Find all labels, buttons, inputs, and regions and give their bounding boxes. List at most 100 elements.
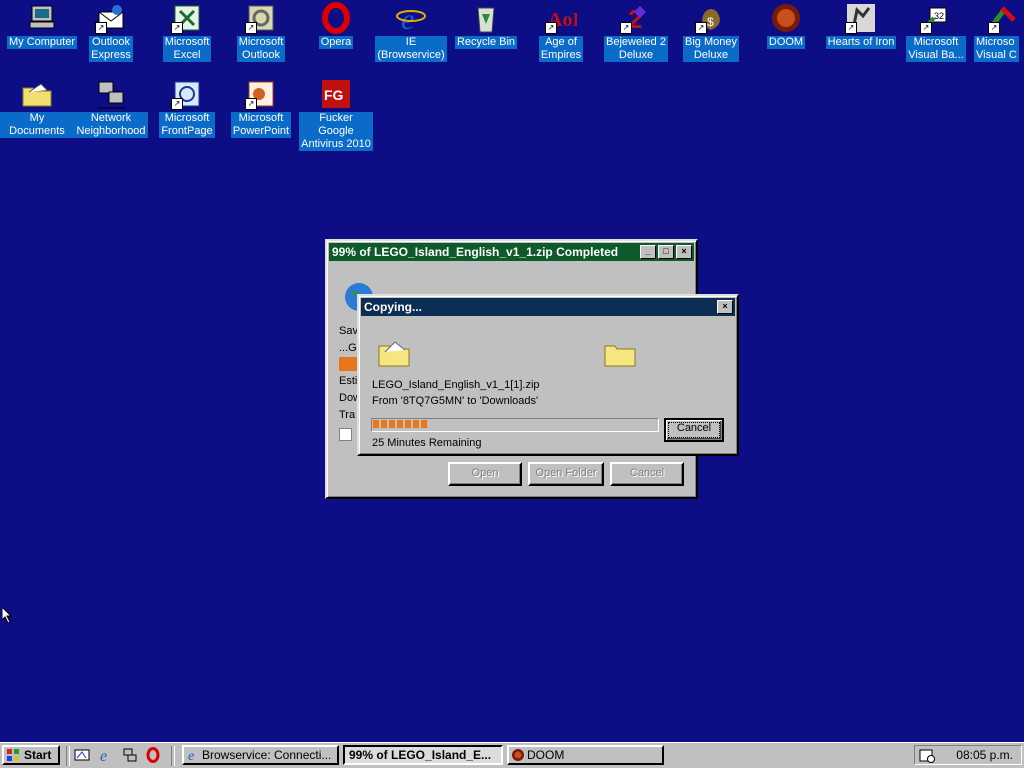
task-label: Browservice: Connecti... <box>202 748 332 762</box>
desktop-icon-network[interactable]: Network Neighborhood <box>74 78 148 138</box>
clock[interactable]: 08:05 p.m. <box>956 746 1013 764</box>
ie-icon: e <box>186 748 200 763</box>
desktop-icon-excel[interactable]: ↗ Microsoft Excel <box>150 2 224 62</box>
copy-progress-fill <box>372 419 429 431</box>
copy-cancel-button[interactable]: Cancel <box>664 418 724 442</box>
task-label: 99% of LEGO_Island_E... <box>349 748 492 762</box>
windows-logo-icon <box>6 748 20 762</box>
copy-time-remaining: 25 Minutes Remaining <box>372 437 482 449</box>
desktop-icon-label: Outlook Express <box>89 36 133 62</box>
close-on-complete-checkbox[interactable] <box>339 428 352 441</box>
destination-folder-icon <box>603 340 637 368</box>
excel-icon: ↗ <box>171 2 203 34</box>
opera-quicklaunch-icon[interactable] <box>145 747 161 763</box>
desktop-icon-label: Microsoft FrontPage <box>159 112 215 138</box>
open-folder-button[interactable]: Open Folder <box>528 462 604 486</box>
desktop-icon-outlook[interactable]: ↗ Microsoft Outlook <box>224 2 298 62</box>
recycle-bin-icon <box>470 2 502 34</box>
desktop-icon-label: Opera <box>318 36 354 49</box>
task-download[interactable]: 99% of LEGO_Island_E... <box>343 745 503 765</box>
progress-segment <box>405 420 411 428</box>
close-button[interactable]: × <box>676 245 692 259</box>
opera-icon <box>320 2 352 34</box>
hearts-of-iron-icon: ↗ <box>845 2 877 34</box>
progress-segment <box>381 420 387 428</box>
svg-text:$: $ <box>707 15 714 29</box>
copy-from-to: From '8TQ7G5MN' to 'Downloads' <box>372 395 539 407</box>
visual-basic-icon: 32 ↗ <box>920 2 952 34</box>
desktop-icon-label: Microsoft Outlook <box>236 36 286 62</box>
desktop-icon-label: Recycle Bin <box>454 36 518 49</box>
taskbar-divider <box>171 746 175 766</box>
copying-dialog-titlebar[interactable]: Copying... × <box>361 298 735 316</box>
progress-segment <box>389 420 395 428</box>
maximize-button[interactable]: □ <box>658 245 674 259</box>
task-doom[interactable]: DOOM <box>507 745 664 765</box>
taskbar: Start e e Browservice: Connecti... 99% o… <box>0 742 1024 768</box>
computer-icon <box>26 2 58 34</box>
desktop-icon-opera[interactable]: Opera <box>299 2 373 49</box>
mouse-cursor <box>1 605 13 624</box>
desktop-icon-frontpage[interactable]: ↗ Microsoft FrontPage <box>150 78 224 138</box>
frontpage-icon: ↗ <box>171 78 203 110</box>
my-documents-icon <box>21 78 53 110</box>
desktop-icon-antivirus[interactable]: FG Fucker Google Antivirus 2010 <box>299 78 373 151</box>
svg-text:e: e <box>188 749 194 762</box>
desktop-icon-my-computer[interactable]: My Computer <box>5 2 79 49</box>
svg-text:e: e <box>100 748 107 763</box>
age-of-empires-icon: AoE ↗ <box>545 2 577 34</box>
task-browservice[interactable]: e Browservice: Connecti... <box>182 745 339 765</box>
desktop-icon-label: Microsoft Excel <box>162 36 212 62</box>
minimize-button[interactable]: _ <box>640 245 656 259</box>
desktop-icon-ie[interactable]: e IE (Browservice) <box>374 2 448 62</box>
desktop-icon-bejeweled[interactable]: 2 ↗ Bejeweled 2 Deluxe <box>599 2 673 62</box>
desktop-icon-doom[interactable]: DOOM <box>749 2 823 49</box>
desktop-icon-powerpoint[interactable]: ↗ Microsoft PowerPoint <box>224 78 298 138</box>
progress-segment <box>421 420 427 428</box>
close-button[interactable]: × <box>717 300 733 314</box>
ie-quicklaunch-icon[interactable]: e <box>98 747 114 765</box>
desktop-icon-label: IE (Browservice) <box>375 36 447 62</box>
download-cancel-button[interactable]: Cancel <box>610 462 684 486</box>
svg-text:e: e <box>401 3 414 34</box>
task-label: DOOM <box>527 748 565 762</box>
scheduler-tray-icon[interactable] <box>919 747 935 763</box>
desktop-icon-label: Network Neighborhood <box>74 112 148 138</box>
desktop-icon-hearts-of-iron[interactable]: ↗ Hearts of Iron <box>824 2 898 49</box>
progress-segment <box>373 420 379 428</box>
desktop-icon-outlook-express[interactable]: ↗ Outlook Express <box>74 2 148 62</box>
copying-dialog-title: Copying... <box>364 300 422 314</box>
partial-progress <box>339 357 359 371</box>
download-window-titlebar[interactable]: 99% of LEGO_Island_English_v1_1.zip Comp… <box>329 243 694 261</box>
desktop-icon-visual-basic[interactable]: 32 ↗ Microsoft Visual Ba... <box>899 2 973 62</box>
start-button[interactable]: Start <box>2 745 60 765</box>
desktop-icon-label: Bejeweled 2 Deluxe <box>604 36 668 62</box>
outlook-express-icon: ↗ <box>95 2 127 34</box>
show-desktop-icon[interactable] <box>74 747 90 763</box>
desktop-icon-age-of-empires[interactable]: AoE ↗ Age of Empires <box>524 2 598 62</box>
doom-icon <box>511 748 525 762</box>
open-button[interactable]: Open <box>448 462 522 486</box>
taskbar-divider <box>66 746 70 766</box>
antivirus-icon: FG <box>320 78 352 110</box>
network-quicklaunch-icon[interactable] <box>122 747 138 763</box>
source-folder-icon <box>377 336 411 368</box>
powerpoint-icon: ↗ <box>245 78 277 110</box>
desktop-icon-label: Hearts of Iron <box>825 36 897 49</box>
desktop-icon-label: My Documents <box>0 112 74 138</box>
desktop-icon-visual-c[interactable]: ↗ Microso Visual C <box>974 2 1024 62</box>
ie-icon: e <box>395 2 427 34</box>
desktop-icon-label: Age of Empires <box>538 36 584 62</box>
desktop-icon-big-money[interactable]: $ ↗ Big Money Deluxe <box>674 2 748 62</box>
big-money-icon: $ ↗ <box>695 2 727 34</box>
bejeweled-icon: 2 ↗ <box>620 2 652 34</box>
download-window-title: 99% of LEGO_Island_English_v1_1.zip Comp… <box>332 245 619 259</box>
copying-dialog[interactable]: Copying... × LEGO_Island_English_v1_1[1]… <box>357 294 739 456</box>
desktop-icon-recycle-bin[interactable]: Recycle Bin <box>449 2 523 49</box>
doom-icon <box>770 2 802 34</box>
svg-text:FG: FG <box>324 87 344 103</box>
progress-segment <box>413 420 419 428</box>
desktop-icon-my-documents[interactable]: My Documents <box>0 78 74 138</box>
copy-progress-bar <box>371 418 659 432</box>
desktop-icon-label: Microsoft Visual Ba... <box>906 36 966 62</box>
